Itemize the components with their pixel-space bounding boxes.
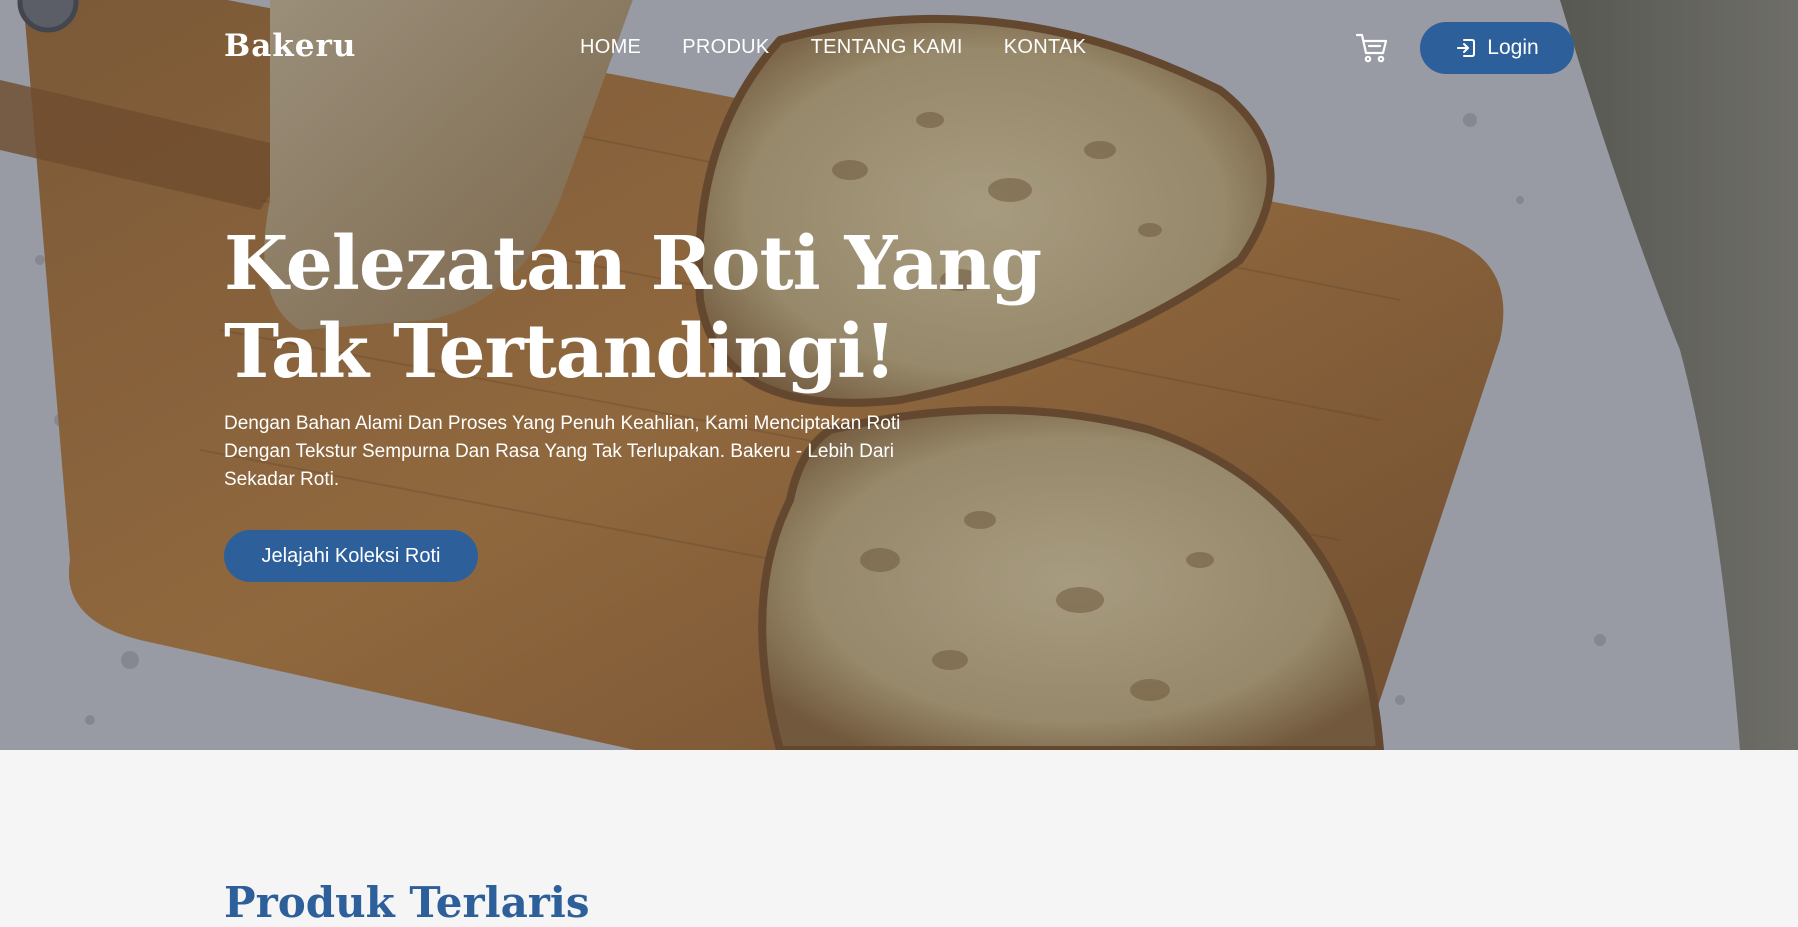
- nav-link-produk[interactable]: PRODUK: [682, 36, 769, 59]
- nav-links: HOME PRODUK TENTANG KAMI KONTAK: [580, 36, 1127, 59]
- nav-link-home[interactable]: HOME: [580, 36, 641, 59]
- explore-collection-button[interactable]: Jelajahi Koleksi Roti: [224, 530, 478, 582]
- nav-link-tentang-kami[interactable]: TENTANG KAMI: [811, 36, 963, 59]
- login-arrow-icon: [1457, 39, 1476, 57]
- cart-button[interactable]: [1355, 32, 1389, 64]
- brand-logo[interactable]: Bakeru: [224, 28, 356, 64]
- nav-link-kontak[interactable]: KONTAK: [1004, 36, 1087, 59]
- navbar: Bakeru HOME PRODUK TENTANG KAMI KONTAK L…: [0, 0, 1798, 96]
- hero-section: Bakeru HOME PRODUK TENTANG KAMI KONTAK L…: [0, 0, 1798, 750]
- login-label: Login: [1487, 36, 1539, 59]
- hero-title: Kelezatan Roti Yang Tak Tertandingi!: [224, 221, 1042, 395]
- hero-description: Dengan Bahan Alami Dan Proses Yang Penuh…: [224, 413, 901, 490]
- cart-icon: [1355, 33, 1388, 63]
- login-button[interactable]: Login: [1420, 22, 1574, 74]
- section-title-best-sellers: Produk Terlaris: [224, 878, 590, 927]
